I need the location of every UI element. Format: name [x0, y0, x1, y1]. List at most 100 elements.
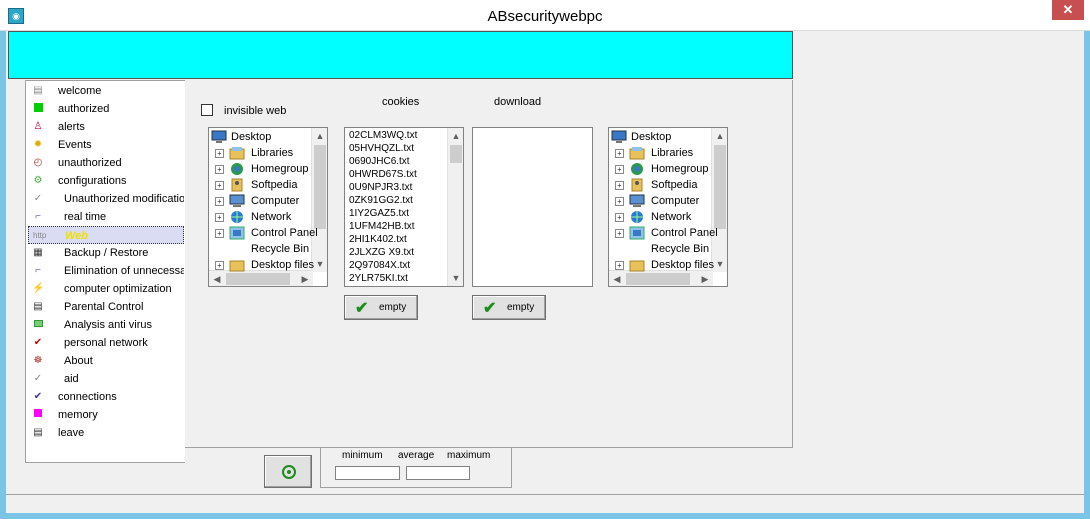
backup-icon: ▦	[33, 247, 43, 258]
cookie-file-item[interactable]: 2Q97084X.txt	[349, 259, 410, 272]
sidebar-item-parental-control[interactable]: ▤ Parental Control	[28, 298, 184, 316]
expand-icon[interactable]: +	[215, 197, 224, 206]
sidebar-item-computer-optimization[interactable]: ⚡ computer optimization	[28, 280, 184, 298]
scroll-thumb[interactable]	[314, 145, 326, 229]
expand-icon[interactable]: +	[615, 261, 624, 270]
scroll-down-icon[interactable]: ▼	[448, 270, 463, 286]
expand-icon[interactable]: +	[615, 149, 624, 158]
sidebar-item-leave[interactable]: ▤ leave	[28, 424, 184, 442]
scroll-down-icon[interactable]: ▼	[712, 256, 727, 272]
expand-icon[interactable]: +	[215, 149, 224, 158]
left-tree-vscrollbar[interactable]: ▲ ▼	[311, 128, 327, 272]
minimum-field[interactable]	[335, 466, 400, 480]
desktop-icon	[211, 130, 227, 144]
scroll-right-icon[interactable]: ▶	[697, 271, 713, 286]
sidebar-item-alerts[interactable]: ♙ alerts	[28, 118, 184, 136]
tree-item-label: Desktop files	[651, 259, 714, 271]
sidebar-item-label: Unauthorized modification	[64, 193, 184, 205]
sidebar-item-label: memory	[58, 409, 98, 421]
scroll-thumb[interactable]	[714, 145, 726, 229]
scroll-up-icon[interactable]: ▲	[448, 128, 463, 144]
sidebar-item-about[interactable]: ☸ About	[28, 352, 184, 370]
sidebar-item-label: authorized	[58, 103, 110, 115]
tree-item-label: Computer	[651, 195, 700, 207]
refresh-button[interactable]	[264, 455, 312, 488]
empty-download-label: empty	[507, 302, 535, 313]
cookie-file-item[interactable]: 0U9NPJR3.txt	[349, 181, 412, 194]
sidebar-item-analysis-anti-virus[interactable]: Analysis anti virus	[28, 316, 184, 334]
tree-item-label: Desktop	[631, 131, 672, 143]
sidebar-item-personal-network[interactable]: ✔ personal network	[28, 334, 184, 352]
scroll-thumb[interactable]	[226, 273, 290, 285]
cookie-file-item[interactable]: 2HI1K402.txt	[349, 233, 407, 246]
expand-icon[interactable]: +	[215, 261, 224, 270]
expand-icon[interactable]: +	[215, 229, 224, 238]
sidebar-item-aid[interactable]: ✓ aid	[28, 370, 184, 388]
cookie-file-item[interactable]: 05HVHQZL.txt	[349, 142, 414, 155]
sidebar-item-label: real time	[64, 211, 107, 223]
empty-cookies-button[interactable]: ✔ empty	[344, 295, 418, 320]
sidebar-item-connections[interactable]: ✔ connections	[28, 388, 184, 406]
tree-item-label: Control Panel	[651, 227, 718, 239]
expand-icon[interactable]: +	[615, 181, 624, 190]
sidebar-item-unauthorized-modification[interactable]: ✓ Unauthorized modification	[28, 190, 184, 208]
expand-icon[interactable]: +	[615, 229, 624, 238]
scroll-down-icon[interactable]: ▼	[312, 256, 327, 272]
scroll-left-icon[interactable]: ◀	[609, 271, 625, 286]
check-red-icon: ✔	[33, 337, 43, 348]
libraries-icon	[229, 146, 245, 160]
sidebar-item-label: configurations	[58, 175, 127, 187]
right-tree-vscrollbar[interactable]: ▲ ▼	[711, 128, 727, 272]
scroll-right-icon[interactable]: ▶	[297, 271, 313, 286]
expand-icon[interactable]: +	[615, 213, 624, 222]
welcome-icon: ▤	[33, 85, 43, 96]
download-list[interactable]	[472, 127, 593, 287]
checkmark-icon: ✔	[355, 300, 369, 317]
cookies-list[interactable]: ▲ ▼ 02CLM3WQ.txt 05HVHQZL.txt 0690JHC6.txt…	[344, 127, 464, 287]
cookie-file-item[interactable]: 2JLXZG X9.txt	[349, 246, 414, 259]
tree-item-label: Softpedia	[251, 179, 298, 191]
scroll-thumb[interactable]	[626, 273, 690, 285]
sidebar-item-welcome[interactable]: ▤ welcome	[28, 82, 184, 100]
left-folder-tree[interactable]: ▲ ▼ ◀ ▶ Desktop + Libraries + Homegroup + Soft…	[208, 127, 328, 287]
sidebar-item-label: computer optimization	[64, 283, 172, 295]
scroll-left-icon[interactable]: ◀	[209, 271, 225, 286]
sidebar-item-real-time[interactable]: ⌐ real time	[28, 208, 184, 226]
expand-icon[interactable]: +	[215, 165, 224, 174]
sidebar-item-backup-restore[interactable]: ▦ Backup / Restore	[28, 244, 184, 262]
magenta-square-icon	[32, 409, 44, 421]
sidebar-item-unauthorized[interactable]: ◴ unauthorized	[28, 154, 184, 172]
sidebar-item-memory[interactable]: memory	[28, 406, 184, 424]
cookies-vscrollbar[interactable]: ▲ ▼	[447, 128, 463, 286]
sidebar-item-authorized[interactable]: authorized	[28, 100, 184, 118]
expand-icon[interactable]: +	[615, 197, 624, 206]
scroll-up-icon[interactable]: ▲	[312, 128, 327, 144]
window-title: ABsecuritywebpc	[487, 8, 603, 25]
maximum-field[interactable]	[406, 466, 470, 480]
cookie-file-item[interactable]: 0HWRD67S.txt	[349, 168, 417, 181]
scroll-thumb[interactable]	[450, 145, 462, 163]
empty-cookies-label: empty	[379, 302, 407, 313]
invisible-web-label: invisible web	[224, 105, 287, 117]
sidebar-item-events[interactable]: ✹ Events	[28, 136, 184, 154]
right-folder-tree[interactable]: ▲ ▼ ◀ ▶ Desktop + Libraries + Homegroup + Soft…	[608, 127, 728, 287]
cookie-file-item[interactable]: 02CLM3WQ.txt	[349, 129, 417, 142]
web-icon: http	[33, 231, 47, 240]
expand-icon[interactable]: +	[615, 165, 624, 174]
expand-icon[interactable]: +	[215, 181, 224, 190]
sidebar-item-web[interactable]: http Web	[28, 226, 184, 244]
sidebar-item-configurations[interactable]: ⚙ configurations	[28, 172, 184, 190]
header-banner	[8, 31, 793, 79]
cookie-file-item[interactable]: 2YLR75KI.txt	[349, 272, 408, 285]
invisible-web-checkbox[interactable]	[201, 104, 213, 116]
cookie-file-item[interactable]: 1UFM42HB.txt	[349, 220, 415, 233]
cookie-file-item[interactable]: 1IY2GAZ5.txt	[349, 207, 409, 220]
tree-item-label: Homegroup	[651, 163, 709, 175]
scroll-up-icon[interactable]: ▲	[712, 128, 727, 144]
close-button[interactable]: ✕	[1052, 0, 1084, 20]
expand-icon[interactable]: +	[215, 213, 224, 222]
cookie-file-item[interactable]: 0ZK91GG2.txt	[349, 194, 413, 207]
empty-download-button[interactable]: ✔ empty	[472, 295, 546, 320]
sidebar-item-elimination-of-unnecessary[interactable]: ⌐ Elimination of unnecessary	[28, 262, 184, 280]
cookie-file-item[interactable]: 0690JHC6.txt	[349, 155, 410, 168]
